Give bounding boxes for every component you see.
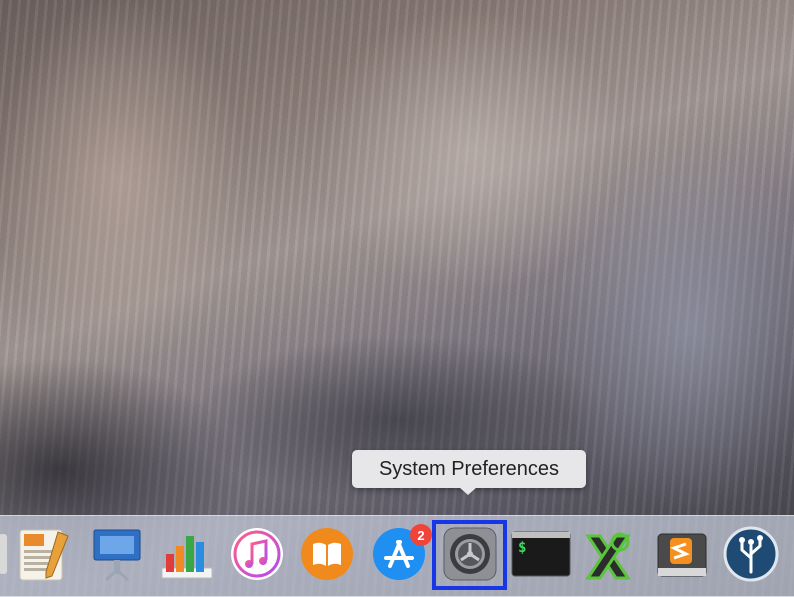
keynote-icon xyxy=(93,529,141,582)
numbers-icon xyxy=(161,536,213,579)
itunes-icon xyxy=(231,528,283,580)
dock-item-itunes[interactable] xyxy=(228,524,286,584)
tooltip-label: System Preferences xyxy=(378,457,560,480)
app-store-badge: 2 xyxy=(410,524,432,546)
dock-item-pages[interactable] xyxy=(14,524,72,584)
dock-item-partial[interactable] xyxy=(0,524,8,584)
selection-highlight xyxy=(432,520,507,590)
dock-item-terminal[interactable]: $ xyxy=(510,524,572,584)
desktop-wallpaper xyxy=(0,0,794,596)
dock-item-sourcetree[interactable] xyxy=(722,524,780,584)
tooltip-arrow xyxy=(459,487,477,495)
dock-tooltip: System Preferences xyxy=(352,450,586,488)
dock-item-ibooks[interactable] xyxy=(298,524,356,584)
terminal-prompt-label: $ xyxy=(518,540,527,556)
dock-item-keynote[interactable] xyxy=(88,524,146,584)
sourcetree-icon xyxy=(723,526,779,582)
pages-icon xyxy=(19,529,69,581)
partial-app-icon xyxy=(0,534,7,574)
sublime-text-icon xyxy=(657,533,707,577)
xquartz-icon xyxy=(585,532,631,580)
dock-item-numbers[interactable] xyxy=(158,524,216,584)
dock-item-xquartz[interactable] xyxy=(580,524,638,584)
ibooks-icon xyxy=(301,528,353,580)
dock-item-sublime-text[interactable] xyxy=(652,524,710,584)
